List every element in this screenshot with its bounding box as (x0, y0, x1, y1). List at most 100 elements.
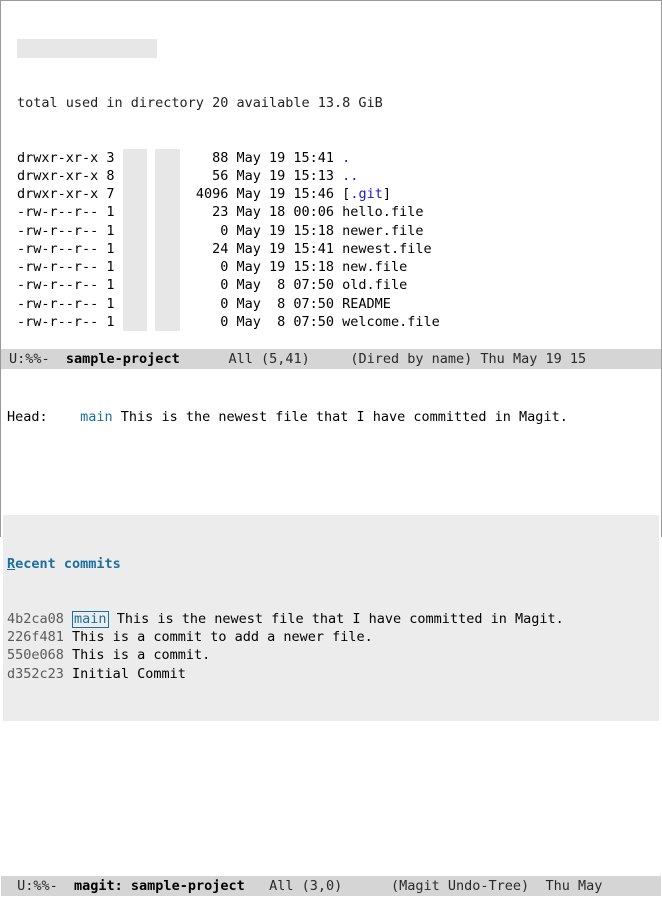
file-name[interactable]: hello.file (342, 204, 423, 220)
file-name[interactable]: README (342, 296, 391, 312)
magit-head-line: Head: main This is the newest file that … (3, 406, 659, 428)
minibuffer[interactable] (1, 896, 661, 908)
file-date: May 8 07:50 (237, 314, 343, 330)
file-size: 56 (196, 168, 237, 184)
file-owner: xxx (123, 149, 147, 167)
dired-header: total used in directory 20 available 13.… (3, 94, 659, 112)
head-message: This is the newest file that I have comm… (113, 409, 568, 425)
file-nlinks: 1 (106, 204, 122, 220)
file-permissions: drwxr-xr-x (17, 150, 106, 166)
file-owner: xxx (123, 313, 147, 331)
file-date: May 19 15:18 (237, 259, 343, 275)
file-name[interactable]: . (342, 150, 350, 166)
file-date: May 8 07:50 (237, 296, 343, 312)
bracket-close: ] (383, 186, 391, 202)
head-branch[interactable]: main (80, 409, 113, 425)
file-permissions: -rw-r--r-- (17, 314, 106, 330)
file-nlinks: 7 (106, 186, 122, 202)
file-name[interactable]: newest.file (342, 241, 431, 257)
file-group: xxx (155, 313, 179, 331)
recent-commits-section: Recent commits 4b2ca08 main This is the … (3, 515, 659, 721)
commit-message: This is a commit to add a newer file. (72, 629, 373, 645)
file-nlinks: 1 (106, 296, 122, 312)
file-permissions: -rw-r--r-- (17, 223, 106, 239)
file-size: 0 (196, 223, 237, 239)
file-group: xxx (155, 295, 179, 313)
file-permissions: drwxr-xr-x (17, 186, 106, 202)
file-size: 0 (196, 296, 237, 312)
file-owner: xxx (123, 185, 147, 203)
file-permissions: -rw-r--r-- (17, 277, 106, 293)
dired-title-line: xxxxxxxxxxxxxxxxx (3, 39, 659, 57)
dired-row[interactable]: drwxr-xr-x 3 xxx xxx 88 May 19 15:41 . (3, 149, 659, 167)
dired-row[interactable]: -rw-r--r-- 1 xxx xxx 0 May 8 07:50 READM… (3, 295, 659, 313)
modeline-dired: U:%%- sample-project All (5,41) (Dired b… (1, 349, 661, 369)
file-date: May 19 15:46 (237, 186, 343, 202)
file-nlinks: 1 (106, 259, 122, 275)
file-size: 88 (196, 150, 237, 166)
file-size: 24 (196, 241, 237, 257)
modeline-left: U:%%- (9, 878, 74, 894)
file-nlinks: 3 (106, 150, 122, 166)
file-nlinks: 1 (106, 314, 122, 330)
file-group: xxx (155, 276, 179, 294)
file-size: 4096 (196, 186, 237, 202)
file-size: 0 (196, 277, 237, 293)
file-date: May 8 07:50 (237, 277, 343, 293)
head-label: Head: (7, 409, 80, 425)
commit-row[interactable]: d352c23 Initial Commit (3, 665, 659, 683)
dired-row[interactable]: -rw-r--r-- 1 xxx xxx 0 May 19 15:18 new.… (3, 258, 659, 276)
dired-row[interactable]: -rw-r--r-- 1 xxx xxx 24 May 19 15:41 new… (3, 240, 659, 258)
modeline-buffer: magit: sample-project (74, 878, 245, 894)
modeline-buffer: sample-project (66, 351, 180, 367)
dired-row[interactable]: -rw-r--r-- 1 xxx xxx 0 May 19 15:18 newe… (3, 222, 659, 240)
file-permissions: -rw-r--r-- (17, 241, 106, 257)
file-owner: xxx (123, 240, 147, 258)
file-name[interactable]: welcome.file (342, 314, 440, 330)
dired-row[interactable]: -rw-r--r-- 1 xxx xxx 23 May 18 00:06 hel… (3, 203, 659, 221)
file-name[interactable]: .. (342, 168, 358, 184)
dired-row[interactable]: -rw-r--r-- 1 xxx xxx 0 May 8 07:50 welco… (3, 313, 659, 331)
file-size: 23 (196, 204, 237, 220)
file-group: xxx (155, 203, 179, 221)
commit-hash[interactable]: 226f481 (7, 629, 64, 645)
recent-commits-heading[interactable]: Recent commits (3, 555, 659, 573)
file-owner: xxx (123, 203, 147, 221)
dired-pane: xxxxxxxxxxxxxxxxx total used in director… (1, 1, 661, 349)
file-group: xxx (155, 240, 179, 258)
commit-message: Initial Commit (72, 666, 186, 682)
file-nlinks: 8 (106, 168, 122, 184)
commit-hash[interactable]: 4b2ca08 (7, 611, 64, 627)
modeline-magit: U:%%- magit: sample-project All (3,0) (M… (1, 876, 661, 896)
magit-blank (3, 758, 659, 858)
file-size: 0 (196, 259, 237, 275)
commit-hash[interactable]: d352c23 (7, 666, 64, 682)
dired-row[interactable]: -rw-r--r-- 1 xxx xxx 0 May 8 07:50 old.f… (3, 276, 659, 294)
commit-row[interactable]: 4b2ca08 main This is the newest file tha… (3, 610, 659, 628)
file-permissions: -rw-r--r-- (17, 296, 106, 312)
dired-row[interactable]: drwxr-xr-x 7 xxx xxx 4096 May 19 15:46 [… (3, 185, 659, 203)
file-name[interactable]: old.file (342, 277, 407, 293)
modeline-mid: All (3,0) (Magit Undo-Tree) Thu May (245, 878, 603, 894)
file-owner: xxx (123, 276, 147, 294)
commit-hash[interactable]: 550e068 (7, 647, 64, 663)
file-nlinks: 1 (106, 241, 122, 257)
commit-branch-ref[interactable]: main (72, 611, 109, 628)
file-name[interactable]: .git (350, 186, 383, 202)
file-group: xxx (155, 222, 179, 240)
modeline-mid: All (5,41) (Dired by name) Thu May 19 15 (180, 351, 586, 367)
file-permissions: -rw-r--r-- (17, 204, 106, 220)
file-nlinks: 1 (106, 277, 122, 293)
file-owner: xxx (123, 167, 147, 185)
commit-row[interactable]: 550e068 This is a commit. (3, 646, 659, 664)
commit-message: This is a commit. (72, 647, 210, 663)
commit-message: This is the newest file that I have comm… (117, 611, 564, 627)
file-name[interactable]: new.file (342, 259, 407, 275)
file-owner: xxx (123, 295, 147, 313)
commit-row[interactable]: 226f481 This is a commit to add a newer … (3, 628, 659, 646)
file-date: May 19 15:41 (237, 150, 343, 166)
file-size: 0 (196, 314, 237, 330)
file-owner: xxx (123, 258, 147, 276)
dired-row[interactable]: drwxr-xr-x 8 xxx xxx 56 May 19 15:13 .. (3, 167, 659, 185)
file-name[interactable]: newer.file (342, 223, 423, 239)
